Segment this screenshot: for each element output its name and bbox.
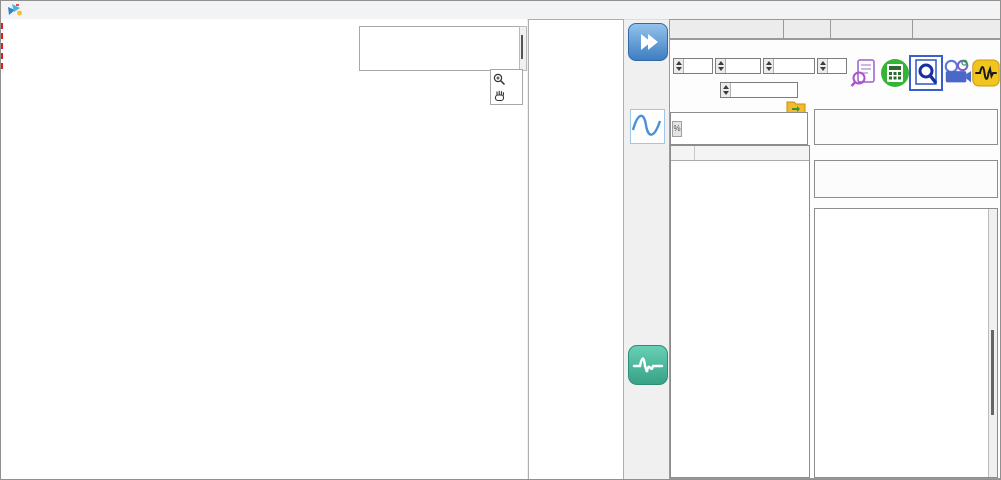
- wave-list-header: [671, 146, 809, 161]
- legend-scrollbar[interactable]: [519, 26, 527, 71]
- decode-type-spinner[interactable]: [715, 58, 761, 74]
- overlay-button[interactable]: [972, 57, 1000, 89]
- legend[interactable]: [359, 26, 520, 71]
- x-cursor-line-top[interactable]: [1, 23, 3, 69]
- movie-camera-icon: [942, 58, 972, 88]
- decode-channel-spinner[interactable]: [817, 58, 847, 74]
- tab-signal-power[interactable]: [913, 19, 1001, 39]
- decode-doc-magnifier-icon: [850, 58, 878, 88]
- titlebar: [1, 1, 1000, 20]
- fast-forward-icon: [648, 34, 658, 50]
- status-indicator: [630, 109, 665, 144]
- playback-button[interactable]: [942, 57, 972, 89]
- preview-button[interactable]: [911, 57, 941, 89]
- message-scrollbar-thumb[interactable]: [991, 330, 994, 416]
- plot-tool-palette: [490, 69, 523, 105]
- baud-rate-value: [774, 59, 777, 73]
- tab-comm[interactable]: [831, 19, 913, 39]
- decode-type-value: [726, 59, 729, 73]
- waveform-button[interactable]: [628, 345, 668, 385]
- app-window: %: [0, 0, 1001, 480]
- app-icon: [7, 3, 23, 17]
- record-tab-content: %: [669, 39, 1001, 479]
- op-groupbox: [814, 109, 998, 145]
- zoom-magnifier-icon[interactable]: [493, 73, 506, 86]
- spinner-arrows-icon[interactable]: [716, 59, 726, 73]
- message-list-scrollbar[interactable]: [988, 209, 997, 477]
- preview-magnifier-icon: [913, 59, 939, 87]
- calculate-button[interactable]: [880, 57, 910, 89]
- legend-scrollbar-thumb[interactable]: [521, 35, 523, 59]
- tab-record[interactable]: [784, 19, 831, 39]
- chart-background: [1, 19, 527, 480]
- page-up-channels-button[interactable]: [628, 23, 668, 61]
- wave-list-index-header: [671, 146, 695, 160]
- can-message-list[interactable]: [814, 208, 998, 478]
- ac-spinners: [815, 163, 997, 164]
- baud-rate-spinner[interactable]: [763, 58, 815, 74]
- decode-button[interactable]: [849, 57, 879, 89]
- spinner-arrows-icon[interactable]: [764, 59, 774, 73]
- op-spinners: [815, 112, 997, 113]
- file-path-field[interactable]: %: [670, 112, 808, 145]
- path-type-glyph: %: [672, 121, 682, 137]
- play-count-value: [684, 59, 687, 73]
- tab-bar: [669, 19, 1001, 39]
- mid-button-column: [625, 19, 669, 480]
- spinner-arrows-icon[interactable]: [721, 83, 731, 97]
- ac-groupbox: [814, 160, 998, 198]
- play-count-spinner[interactable]: [673, 58, 713, 74]
- spinner-arrows-icon[interactable]: [818, 59, 828, 73]
- wave-list-table[interactable]: [670, 145, 810, 478]
- tab-settings[interactable]: [669, 19, 784, 39]
- pan-hand-icon[interactable]: [493, 89, 506, 102]
- control-panel: %: [669, 19, 1001, 480]
- record-time-value: [731, 83, 734, 97]
- waveform-icon: [632, 353, 664, 377]
- overlay-waveform-icon: [972, 58, 1000, 88]
- wave-list-title: [695, 146, 809, 160]
- spinner-arrows-icon[interactable]: [674, 59, 684, 73]
- measurement-panel: [528, 19, 624, 480]
- decode-channel-value: [828, 59, 831, 73]
- calculator-icon: [880, 58, 910, 88]
- record-time-spinner[interactable]: [720, 82, 798, 98]
- sine-wave-icon: [631, 110, 662, 141]
- screenshot-scissors-icon[interactable]: [627, 277, 667, 313]
